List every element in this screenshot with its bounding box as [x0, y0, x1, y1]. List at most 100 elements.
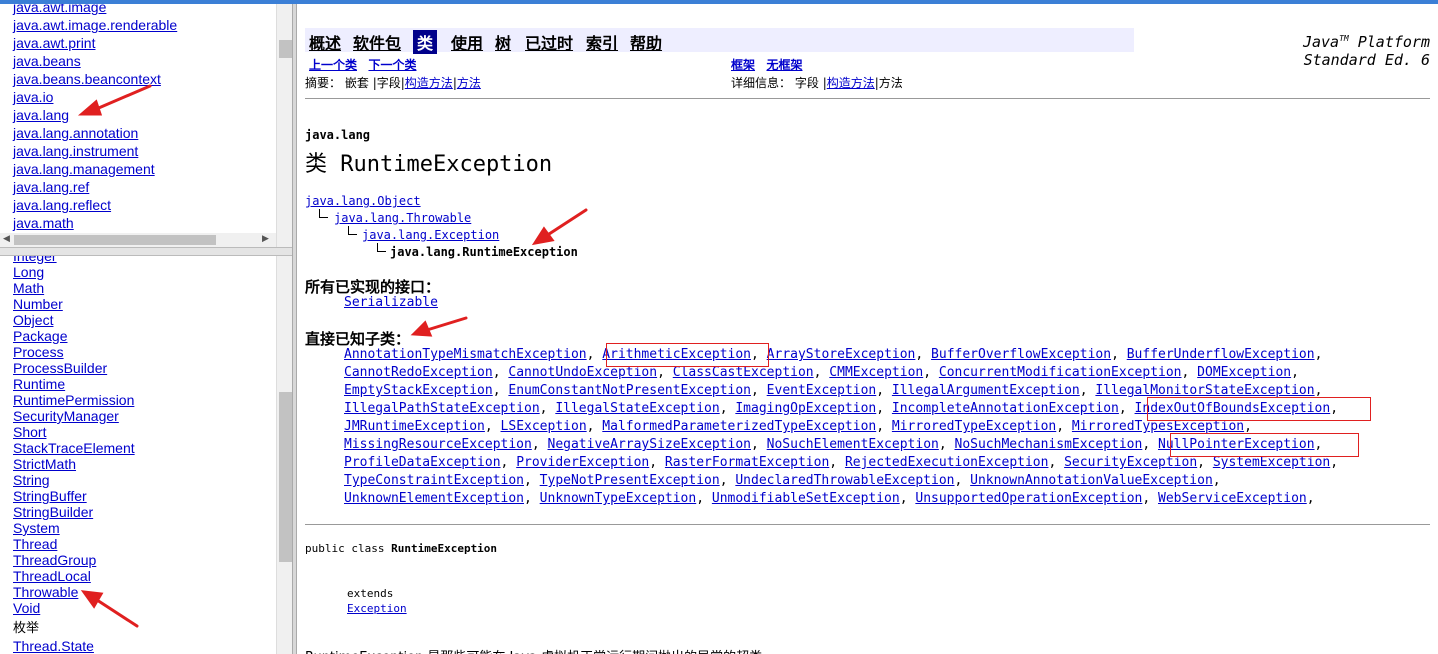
package-link-java-awt-print[interactable]: java.awt.print	[0, 34, 276, 52]
package-link-java-lang-instrument[interactable]: java.lang.instrument	[0, 142, 276, 160]
frames-link[interactable]: 框架	[731, 58, 755, 72]
subclass-link-incompleteannotationexception[interactable]: IncompleteAnnotationException	[892, 401, 1119, 416]
scroll-left-icon[interactable]: ◀	[3, 234, 10, 244]
subclass-link-systemexception[interactable]: SystemException	[1213, 455, 1330, 470]
class-link-threadgroup[interactable]: ThreadGroup	[0, 552, 276, 568]
summary-constructor-link[interactable]: 构造方法	[405, 76, 453, 90]
class-link-stringbuffer[interactable]: StringBuffer	[0, 488, 276, 504]
subclass-link-unmodifiablesetexception[interactable]: UnmodifiableSetException	[712, 491, 900, 506]
subclass-link-arraystoreexception[interactable]: ArrayStoreException	[767, 347, 916, 362]
package-link-java-math[interactable]: java.math	[0, 214, 276, 232]
subclass-link-unknownannotationvalueexception[interactable]: UnknownAnnotationValueException	[970, 473, 1213, 488]
nav-help[interactable]: 帮助	[630, 30, 662, 54]
subclass-link-providerexception[interactable]: ProviderException	[516, 455, 649, 470]
subclass-link-illegalmonitorstateexception[interactable]: IllegalMonitorStateException	[1095, 383, 1314, 398]
prev-class-link[interactable]: 上一个类	[309, 58, 357, 72]
package-link-java-io[interactable]: java.io	[0, 88, 276, 106]
package-link-java-lang-management[interactable]: java.lang.management	[0, 160, 276, 178]
class-link-system[interactable]: System	[0, 520, 276, 536]
class-link-object[interactable]: Object	[0, 312, 276, 328]
class-link-thread[interactable]: Thread	[0, 536, 276, 552]
subclass-link-mirroredtypeexception[interactable]: MirroredTypeException	[892, 419, 1056, 434]
class-link-securitymanager[interactable]: SecurityManager	[0, 408, 276, 424]
subclass-link-imagingopexception[interactable]: ImagingOpException	[735, 401, 876, 416]
subclass-link-negativearraysizeexception[interactable]: NegativeArraySizeException	[548, 437, 752, 452]
subclass-link-annotationtypemismatchexception[interactable]: AnnotationTypeMismatchException	[344, 347, 587, 362]
subclass-link-rejectedexecutionexception[interactable]: RejectedExecutionException	[845, 455, 1049, 470]
package-link-java-beans-beancontext[interactable]: java.beans.beancontext	[0, 70, 276, 88]
subclass-link-rasterformatexception[interactable]: RasterFormatException	[665, 455, 829, 470]
package-list-scrollbar[interactable]	[276, 4, 293, 247]
nav-package[interactable]: 软件包	[353, 30, 401, 54]
class-link-string[interactable]: String	[0, 472, 276, 488]
nav-deprecated[interactable]: 已过时	[525, 30, 573, 54]
frame-splitter-horizontal[interactable]	[0, 247, 292, 256]
class-link-package[interactable]: Package	[0, 328, 276, 344]
subclass-link-profiledataexception[interactable]: ProfileDataException	[344, 455, 501, 470]
detail-constructor-link[interactable]: 构造方法	[827, 76, 875, 90]
nav-index[interactable]: 索引	[586, 30, 618, 54]
subclass-link-concurrentmodificationexception[interactable]: ConcurrentModificationException	[939, 365, 1182, 380]
enum-link-thread-state[interactable]: Thread.State	[0, 638, 276, 654]
class-link-strictmath[interactable]: StrictMath	[0, 456, 276, 472]
subclass-link-jmruntimeexception[interactable]: JMRuntimeException	[344, 419, 485, 434]
subclass-link-bufferoverflowexception[interactable]: BufferOverflowException	[931, 347, 1111, 362]
summary-method-link[interactable]: 方法	[457, 76, 481, 90]
class-link-process[interactable]: Process	[0, 344, 276, 360]
subclass-link-nosuchelementexception[interactable]: NoSuchElementException	[767, 437, 939, 452]
subclass-link-emptystackexception[interactable]: EmptyStackException	[344, 383, 493, 398]
subclass-link-domexception[interactable]: DOMException	[1197, 365, 1291, 380]
package-list-hscrollbar[interactable]: ◀ ▶	[0, 233, 276, 247]
class-link-short[interactable]: Short	[0, 424, 276, 440]
subclass-link-cannotundoexception[interactable]: CannotUndoException	[508, 365, 657, 380]
subclass-link-cmmexception[interactable]: CMMException	[829, 365, 923, 380]
package-link-java-lang-annotation[interactable]: java.lang.annotation	[0, 124, 276, 142]
class-link-long[interactable]: Long	[0, 264, 276, 280]
subclass-link-mirroredtypesexception[interactable]: MirroredTypesException	[1072, 419, 1244, 434]
class-link-integer[interactable]: Integer	[0, 256, 276, 264]
package-list-scroll-thumb[interactable]	[279, 40, 292, 58]
class-link-runtimepermission[interactable]: RuntimePermission	[0, 392, 276, 408]
subclass-link-typeconstraintexception[interactable]: TypeConstraintException	[344, 473, 524, 488]
subclass-link-unknowntypeexception[interactable]: UnknownTypeException	[540, 491, 697, 506]
class-link-stringbuilder[interactable]: StringBuilder	[0, 504, 276, 520]
hierarchy-object-link[interactable]: java.lang.Object	[305, 194, 421, 208]
subclass-link-malformedparameterizedtypeexception[interactable]: MalformedParameterizedTypeException	[602, 419, 876, 434]
package-link-java-beans[interactable]: java.beans	[0, 52, 276, 70]
package-link-java-lang-reflect[interactable]: java.lang.reflect	[0, 196, 276, 214]
next-class-link[interactable]: 下一个类	[368, 58, 416, 72]
subclass-link-illegalpathstateexception[interactable]: IllegalPathStateException	[344, 401, 540, 416]
nav-tree[interactable]: 树	[495, 30, 511, 54]
subclass-link-securityexception[interactable]: SecurityException	[1064, 455, 1197, 470]
interface-link-serializable[interactable]: Serializable	[344, 295, 438, 310]
package-link-java-lang[interactable]: java.lang	[0, 106, 276, 124]
scroll-right-icon[interactable]: ▶	[262, 234, 269, 244]
subclass-link-nosuchmechanismexception[interactable]: NoSuchMechanismException	[955, 437, 1143, 452]
subclass-link-eventexception[interactable]: EventException	[767, 383, 877, 398]
class-link-runtime[interactable]: Runtime	[0, 376, 276, 392]
subclass-link-undeclaredthrowableexception[interactable]: UndeclaredThrowableException	[735, 473, 954, 488]
package-link-java-awt-image-renderable[interactable]: java.awt.image.renderable	[0, 16, 276, 34]
package-link-java-awt-image[interactable]: java.awt.image	[0, 4, 276, 16]
hierarchy-throwable-link[interactable]: java.lang.Throwable	[334, 211, 471, 225]
class-link-stacktraceelement[interactable]: StackTraceElement	[0, 440, 276, 456]
subclass-link-enumconstantnotpresentexception[interactable]: EnumConstantNotPresentException	[508, 383, 751, 398]
hierarchy-exception-link[interactable]: java.lang.Exception	[362, 228, 499, 242]
class-link-threadlocal[interactable]: ThreadLocal	[0, 568, 276, 584]
class-list-scroll-thumb[interactable]	[279, 392, 292, 562]
nav-use[interactable]: 使用	[451, 30, 483, 54]
subclass-link-cannotredoexception[interactable]: CannotRedoException	[344, 365, 493, 380]
class-link-throwable[interactable]: Throwable	[0, 584, 276, 600]
class-link-math[interactable]: Math	[0, 280, 276, 296]
subclass-link-illegalstateexception[interactable]: IllegalStateException	[555, 401, 719, 416]
subclass-link-illegalargumentexception[interactable]: IllegalArgumentException	[892, 383, 1080, 398]
superclass-link[interactable]: Exception	[347, 602, 407, 615]
subclass-link-webserviceexception[interactable]: WebServiceException	[1158, 491, 1307, 506]
subclass-link-unsupportedoperationexception[interactable]: UnsupportedOperationException	[915, 491, 1142, 506]
subclass-link-classcastexception[interactable]: ClassCastException	[673, 365, 814, 380]
package-list-hscroll-thumb[interactable]	[14, 235, 216, 245]
package-link-java-lang-ref[interactable]: java.lang.ref	[0, 178, 276, 196]
subclass-link-bufferunderflowexception[interactable]: BufferUnderflowException	[1127, 347, 1315, 362]
class-link-void[interactable]: Void	[0, 600, 276, 616]
no-frames-link[interactable]: 无框架	[766, 58, 802, 72]
